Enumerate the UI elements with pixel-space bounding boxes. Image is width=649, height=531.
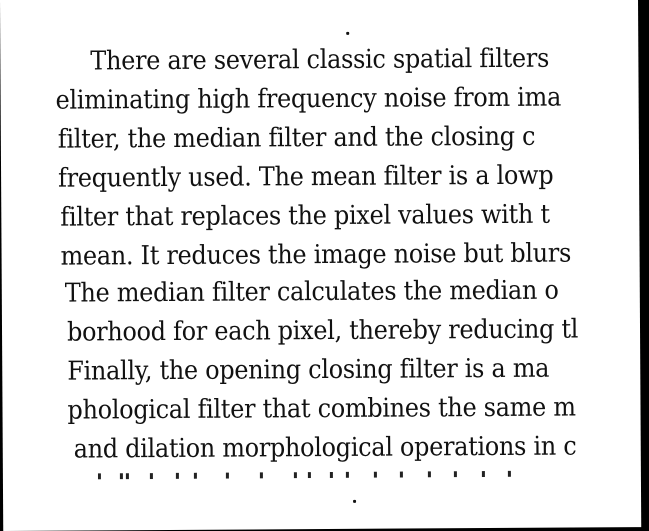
text-line-8: borhood for each pixel, thereby reducing… bbox=[66, 314, 579, 348]
text-line-9: Finally, the opening closing filter is a… bbox=[67, 353, 550, 387]
text-line-5: filter that replaces the pixel values wi… bbox=[60, 199, 550, 233]
paper-sheet: There are several classic spatial filter… bbox=[0, 0, 642, 531]
text-line-10: phological filter that combines the same… bbox=[67, 392, 576, 426]
dust-speck bbox=[353, 499, 357, 503]
cut-off-text-line bbox=[97, 467, 518, 480]
scanned-page-image: There are several classic spatial filter… bbox=[0, 0, 649, 531]
text-line-6: mean. It reduces the image noise but blu… bbox=[60, 238, 572, 272]
text-line-3: filter, the median filter and the closin… bbox=[57, 121, 536, 155]
text-line-7: The median filter calculates the median … bbox=[64, 275, 559, 309]
text-line-1: There are several classic spatial filter… bbox=[90, 43, 550, 77]
text-line-4: frequently used. The mean filter is a lo… bbox=[58, 160, 554, 194]
text-line-11: and dilation morphological operations in… bbox=[73, 431, 577, 465]
text-line-2: eliminating high frequency noise from im… bbox=[55, 82, 562, 116]
dust-speck bbox=[346, 31, 350, 35]
